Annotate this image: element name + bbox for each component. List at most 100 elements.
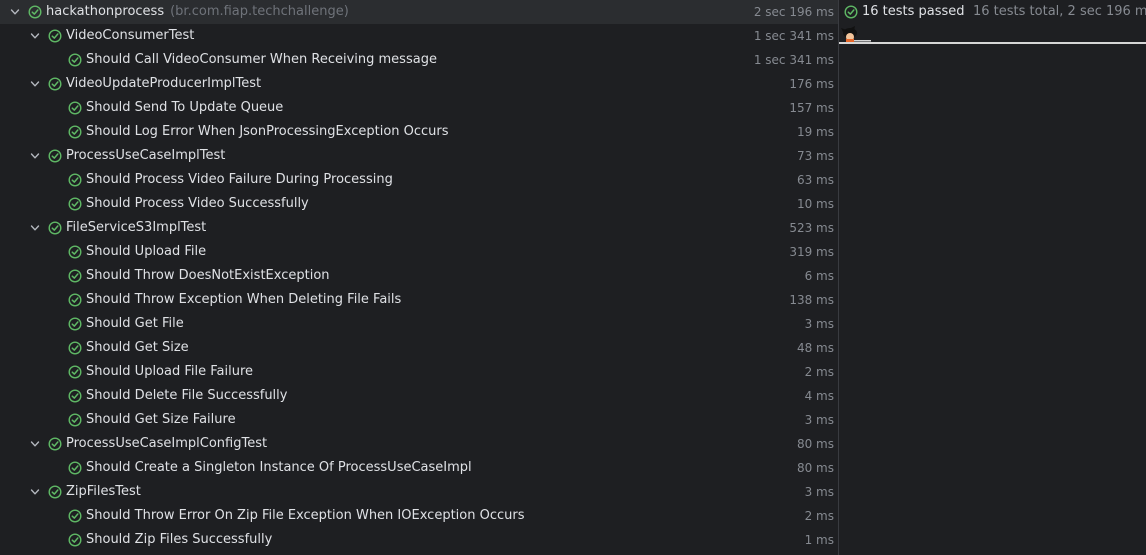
- test-case-row[interactable]: Should Process Video Failure During Proc…: [0, 168, 838, 192]
- test-duration: 138 ms: [789, 293, 834, 307]
- check-circle-icon: [68, 269, 82, 283]
- test-console-panel: 16 tests passed 16 tests total, 2 sec 19…: [839, 0, 1146, 555]
- chevron-down-icon[interactable]: [30, 487, 40, 497]
- test-suite-row[interactable]: FileServiceS3ImplTest 523 ms: [0, 216, 838, 240]
- chevron-down-icon[interactable]: [10, 7, 20, 17]
- test-duration: 2 ms: [804, 365, 834, 379]
- check-circle-icon: [48, 29, 62, 43]
- test-case-row[interactable]: Should Upload File 319 ms: [0, 240, 838, 264]
- test-suite-row[interactable]: ZipFilesTest 3 ms: [0, 480, 838, 504]
- test-duration: 63 ms: [796, 173, 834, 187]
- check-circle-icon: [68, 365, 82, 379]
- test-duration: 1 sec 341 ms: [753, 53, 834, 67]
- check-circle-icon: [48, 149, 62, 163]
- suite-name: VideoConsumerTest: [66, 28, 195, 43]
- test-case-row[interactable]: Should Log Error When JsonProcessingExce…: [0, 120, 838, 144]
- suite-name: ZipFilesTest: [66, 484, 141, 499]
- tests-passed-label: 16 tests passed: [862, 4, 965, 19]
- test-name: Should Upload File: [86, 244, 207, 259]
- check-circle-icon: [48, 77, 62, 91]
- check-circle-icon: [68, 461, 82, 475]
- suite-duration: 523 ms: [789, 221, 834, 235]
- suite-name: ProcessUseCaseImplTest: [66, 148, 226, 163]
- test-case-row[interactable]: Should Zip Files Successfully 1 ms: [0, 528, 838, 552]
- test-duration: 3 ms: [804, 413, 834, 427]
- check-circle-icon: [68, 509, 82, 523]
- suite-duration: 73 ms: [796, 149, 834, 163]
- test-case-row[interactable]: Should Process Video Successfully 10 ms: [0, 192, 838, 216]
- test-name: Should Get Size Failure: [86, 412, 236, 427]
- test-results-tree[interactable]: hackathonprocess (br.com.fiap.techchallen…: [0, 0, 838, 555]
- check-circle-icon: [68, 125, 82, 139]
- test-name: Should Throw Exception When Deleting Fil…: [86, 292, 402, 307]
- test-case-row[interactable]: Should Get File 3 ms: [0, 312, 838, 336]
- test-duration: 48 ms: [796, 341, 834, 355]
- check-circle-icon: [68, 245, 82, 259]
- chevron-down-icon[interactable]: [30, 31, 40, 41]
- check-circle-icon: [28, 5, 42, 19]
- test-case-row[interactable]: Should Get Size Failure 3 ms: [0, 408, 838, 432]
- suite-name: ProcessUseCaseImplConfigTest: [66, 436, 268, 451]
- suite-duration: 3 ms: [804, 485, 834, 499]
- check-circle-icon: [844, 5, 858, 19]
- chevron-down-icon[interactable]: [30, 439, 40, 449]
- test-duration: 157 ms: [789, 101, 834, 115]
- check-circle-icon: [68, 53, 82, 67]
- test-name: Should Throw Error On Zip File Exception…: [86, 508, 525, 523]
- check-circle-icon: [48, 437, 62, 451]
- test-name: Should Get Size: [86, 340, 189, 355]
- test-case-row[interactable]: Should Delete File Successfully 4 ms: [0, 384, 838, 408]
- test-name: Should Delete File Successfully: [86, 388, 288, 403]
- test-duration: 2 ms: [804, 509, 834, 523]
- test-name: Should Call VideoConsumer When Receiving…: [86, 52, 437, 67]
- root-duration: 2 sec 196 ms: [753, 5, 834, 19]
- test-name: Should Zip Files Successfully: [86, 532, 273, 547]
- test-name: Should Get File: [86, 316, 184, 331]
- test-case-row[interactable]: Should Throw Exception When Deleting Fil…: [0, 288, 838, 312]
- check-circle-icon: [48, 221, 62, 235]
- test-case-row[interactable]: Should Send To Update Queue 157 ms: [0, 96, 838, 120]
- root-label: hackathonprocess (br.com.fiap.techchallen…: [46, 0, 349, 24]
- test-progress-fill: [839, 42, 1146, 44]
- check-circle-icon: [68, 197, 82, 211]
- test-case-row[interactable]: Should Call VideoConsumer When Receiving…: [0, 48, 838, 72]
- test-case-row[interactable]: Should Upload File Failure 2 ms: [0, 360, 838, 384]
- chevron-down-icon[interactable]: [30, 151, 40, 161]
- chevron-down-icon[interactable]: [30, 223, 40, 233]
- test-duration: 3 ms: [804, 317, 834, 331]
- test-name: Should Process Video Failure During Proc…: [86, 172, 393, 187]
- test-duration: 4 ms: [804, 389, 834, 403]
- test-suite-row[interactable]: VideoUpdateProducerImplTest 176 ms: [0, 72, 838, 96]
- check-circle-icon: [68, 389, 82, 403]
- test-name: Should Upload File Failure: [86, 364, 254, 379]
- test-name: Should Create a Singleton Instance Of Pr…: [86, 460, 472, 475]
- suite-name: VideoUpdateProducerImplTest: [66, 76, 262, 91]
- chevron-down-icon[interactable]: [30, 79, 40, 89]
- test-suite-row[interactable]: ProcessUseCaseImplConfigTest 80 ms: [0, 432, 838, 456]
- suite-duration: 80 ms: [796, 437, 834, 451]
- root-name: hackathonprocess: [46, 4, 165, 19]
- check-circle-icon: [68, 533, 82, 547]
- test-duration: 19 ms: [796, 125, 834, 139]
- tree-root-row[interactable]: hackathonprocess (br.com.fiap.techchallen…: [0, 0, 838, 24]
- test-progress-bar: [839, 42, 1146, 44]
- check-circle-icon: [48, 485, 62, 499]
- test-duration: 10 ms: [796, 197, 834, 211]
- check-circle-icon: [68, 341, 82, 355]
- test-suite-row[interactable]: VideoConsumerTest 1 sec 341 ms: [0, 24, 838, 48]
- test-case-row[interactable]: Should Throw Error On Zip File Exception…: [0, 504, 838, 528]
- test-name: Should Send To Update Queue: [86, 100, 284, 115]
- test-case-row[interactable]: Should Get Size 48 ms: [0, 336, 838, 360]
- check-circle-icon: [68, 293, 82, 307]
- test-case-row[interactable]: Should Throw DoesNotExistException 6 ms: [0, 264, 838, 288]
- tests-total-label: 16 tests total, 2 sec 196 ms: [973, 4, 1146, 19]
- test-suite-row[interactable]: ProcessUseCaseImplTest 73 ms: [0, 144, 838, 168]
- test-name: Should Throw DoesNotExistException: [86, 268, 330, 283]
- test-name: Should Log Error When JsonProcessingExce…: [86, 124, 449, 139]
- suite-duration: 1 sec 341 ms: [753, 29, 834, 43]
- check-circle-icon: [68, 413, 82, 427]
- check-circle-icon: [68, 173, 82, 187]
- test-case-row[interactable]: Should Create a Singleton Instance Of Pr…: [0, 456, 838, 480]
- suite-duration: 176 ms: [789, 77, 834, 91]
- check-circle-icon: [68, 317, 82, 331]
